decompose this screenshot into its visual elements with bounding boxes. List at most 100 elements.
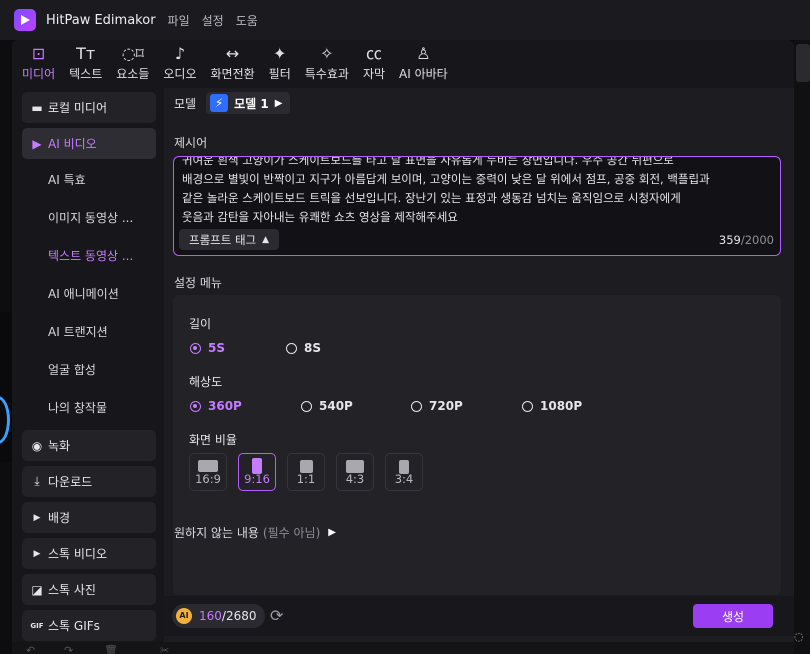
caret-up-icon: ▲	[262, 234, 270, 245]
sidebar-item-record[interactable]: ◉ 녹화	[22, 430, 156, 461]
credits-badge: AI 160/2680	[172, 604, 265, 628]
sidebar-sub-image-to-video[interactable]: 이미지 동영상 ...	[22, 202, 156, 233]
title-bar: HitPaw Edimakor 파일 설정 도움	[0, 0, 810, 40]
resolution-option-720p[interactable]: 720P	[411, 399, 463, 413]
tab-transition[interactable]: ↔ 화면전환	[211, 40, 255, 86]
tab-text-label: 텍스트	[69, 67, 103, 81]
delete-icon[interactable]: 🗑	[104, 644, 118, 654]
media-sidebar: ▬ 로컬 미디어 ▶ AI 비디오 AI 특효 이미지 동영상 ... 텍스트 …	[22, 92, 158, 654]
resolution-option-360p[interactable]: 360P	[190, 399, 242, 413]
sidebar-sub-label: 얼굴 합성	[48, 363, 96, 377]
undo-icon[interactable]: ↶	[26, 644, 35, 654]
sidebar-item-download[interactable]: ⤓ 다운로드	[22, 466, 156, 497]
app-logo-icon	[14, 9, 36, 31]
tab-media-label: 미디어	[22, 67, 56, 81]
sidebar-item-background[interactable]: ▶ 배경	[22, 502, 156, 533]
gif-icon: GIF	[30, 621, 44, 630]
sidebar-item-stock-video[interactable]: ▶ 스톡 비디오	[22, 538, 156, 569]
radio-label: 1080P	[540, 399, 583, 413]
sidebar-item-label: 녹화	[48, 439, 71, 453]
sidebar-sub-my-creations[interactable]: 나의 창작물	[22, 392, 156, 423]
ai-video-icon: ▶	[32, 136, 42, 151]
model-select[interactable]: ⚡ 모델 1 ▶	[206, 92, 291, 114]
caption-icon: ㏄	[365, 44, 382, 63]
ratio-option-3-4[interactable]: 3:4	[385, 453, 423, 491]
prompt-text[interactable]: 귀여운 흰색 고양이가 스케이트보드를 타고 달 표면을 자유롭게 누비는 장면…	[182, 157, 772, 227]
tab-elements[interactable]: ◌⌑ 요소들	[116, 40, 149, 86]
prompt-tag-button[interactable]: 프롬프트 태그 ▲	[179, 229, 280, 250]
chevron-right-icon: ▶	[328, 527, 336, 538]
prompt-line: 웃음과 감탄을 자아내는 유쾌한 쇼츠 영상을 제작해주세요	[182, 210, 458, 224]
scrollbar-thumb[interactable]	[796, 44, 810, 82]
transition-icon: ↔	[225, 44, 240, 63]
resolution-option-540p[interactable]: 540P	[301, 399, 353, 413]
radio-label: 720P	[429, 399, 463, 413]
background-window-edge	[0, 40, 12, 654]
split-icon[interactable]: ✂	[160, 644, 169, 654]
sidebar-item-ai-video[interactable]: ▶ AI 비디오	[22, 128, 156, 159]
tab-effects[interactable]: ✧ 특수효과	[305, 40, 349, 86]
negative-prompt-optional: (필수 아님)	[262, 526, 321, 540]
ratio-option-4-3[interactable]: 4:3	[336, 453, 374, 491]
sidebar-sub-label: 텍스트 동영상 ...	[48, 249, 134, 263]
photo-icon: ◪	[31, 582, 43, 597]
tab-transition-label: 화면전환	[210, 67, 255, 81]
tab-ai-avatar[interactable]: ♙ AI 아바타	[399, 40, 448, 86]
menu-help[interactable]: 도움	[236, 12, 258, 29]
model-row: 모델 ⚡ 모델 1 ▶	[174, 92, 291, 114]
sidebar-item-label: 스톡 비디오	[48, 547, 108, 561]
redo-icon[interactable]: ↷	[64, 644, 73, 654]
sidebar-item-stock-photo[interactable]: ◪ 스톡 사진	[22, 574, 156, 605]
menu-settings[interactable]: 설정	[202, 12, 224, 29]
text-icon: Tт	[76, 44, 96, 63]
resolution-option-1080p[interactable]: 1080P	[522, 399, 582, 413]
length-label: 길이	[189, 317, 212, 331]
refresh-icon[interactable]: ⟳	[270, 606, 283, 625]
ai-credit-icon: AI	[176, 608, 192, 624]
sidebar-sub-ai-effects[interactable]: AI 특효	[22, 164, 156, 195]
prompt-tag-label: 프롬프트 태그	[189, 232, 257, 247]
negative-prompt-toggle[interactable]: 원하지 않는 내용 (필수 아님) ▶	[174, 524, 336, 541]
media-icon: ⊡	[31, 44, 46, 63]
ratio-option-16-9[interactable]: 16:9	[189, 453, 227, 491]
radio-icon	[411, 400, 422, 412]
tab-captions[interactable]: ㏄ 자막	[363, 40, 385, 86]
menu-file[interactable]: 파일	[168, 12, 190, 29]
sidebar-sub-ai-animation[interactable]: AI 애니메이션	[22, 278, 156, 309]
sidebar-sub-label: AI 트랜지션	[48, 325, 108, 339]
tab-ai-avatar-label: AI 아바타	[399, 67, 448, 81]
ratio-option-1-1[interactable]: 1:1	[287, 453, 325, 491]
sidebar-item-local-media[interactable]: ▬ 로컬 미디어	[22, 92, 156, 123]
tab-audio[interactable]: ♪ 오디오	[163, 40, 196, 86]
generate-bar: AI 160/2680 ⟳ 생성	[164, 596, 794, 636]
ratio-label: 1:1	[296, 472, 316, 486]
radio-selected-icon	[190, 400, 201, 412]
chevron-right-icon: ▶	[33, 512, 41, 523]
folder-icon: ▬	[31, 100, 43, 115]
tab-filter-label: 필터	[268, 67, 291, 81]
sidebar-sub-label: 나의 창작물	[48, 401, 108, 415]
length-option-5s[interactable]: 5S	[190, 341, 225, 355]
generate-button[interactable]: 생성	[693, 604, 773, 628]
sidebar-sub-ai-transition[interactable]: AI 트랜지션	[22, 316, 156, 347]
radio-icon	[301, 400, 312, 412]
tab-text[interactable]: Tт 텍스트	[69, 40, 102, 86]
prompt-input[interactable]: 귀여운 흰색 고양이가 스케이트보드를 타고 달 표면을 자유롭게 누비는 장면…	[173, 156, 781, 256]
tab-filter[interactable]: ✦ 필터	[269, 40, 291, 86]
model-name: 모델 1	[234, 96, 269, 111]
length-option-8s[interactable]: 8S	[286, 341, 321, 355]
prompt-line: 같은 놀라운 스케이트보드 트릭을 선보입니다. 장난기 있는 표정과 생동감 …	[182, 191, 681, 205]
radio-label: 5S	[208, 341, 225, 355]
sidebar-item-label: 스톡 GIFs	[48, 619, 100, 633]
sidebar-sub-face-swap[interactable]: 얼굴 합성	[22, 354, 156, 385]
radio-icon	[286, 342, 297, 354]
sidebar-sub-text-to-video[interactable]: 텍스트 동영상 ...	[22, 240, 156, 271]
radio-label: 360P	[208, 399, 242, 413]
download-icon: ⤓	[34, 474, 40, 488]
tab-media[interactable]: ⊡ 미디어	[22, 40, 55, 86]
ratio-option-9-16[interactable]: 9:16	[238, 453, 276, 491]
sidebar-item-stock-gifs[interactable]: GIF 스톡 GIFs	[22, 610, 156, 641]
tab-effects-label: 특수효과	[304, 67, 349, 81]
app-title: HitPaw Edimakor	[46, 12, 156, 28]
timeline-toolbar-edge: ↶ ↷ 🗑 ✂	[12, 642, 794, 654]
